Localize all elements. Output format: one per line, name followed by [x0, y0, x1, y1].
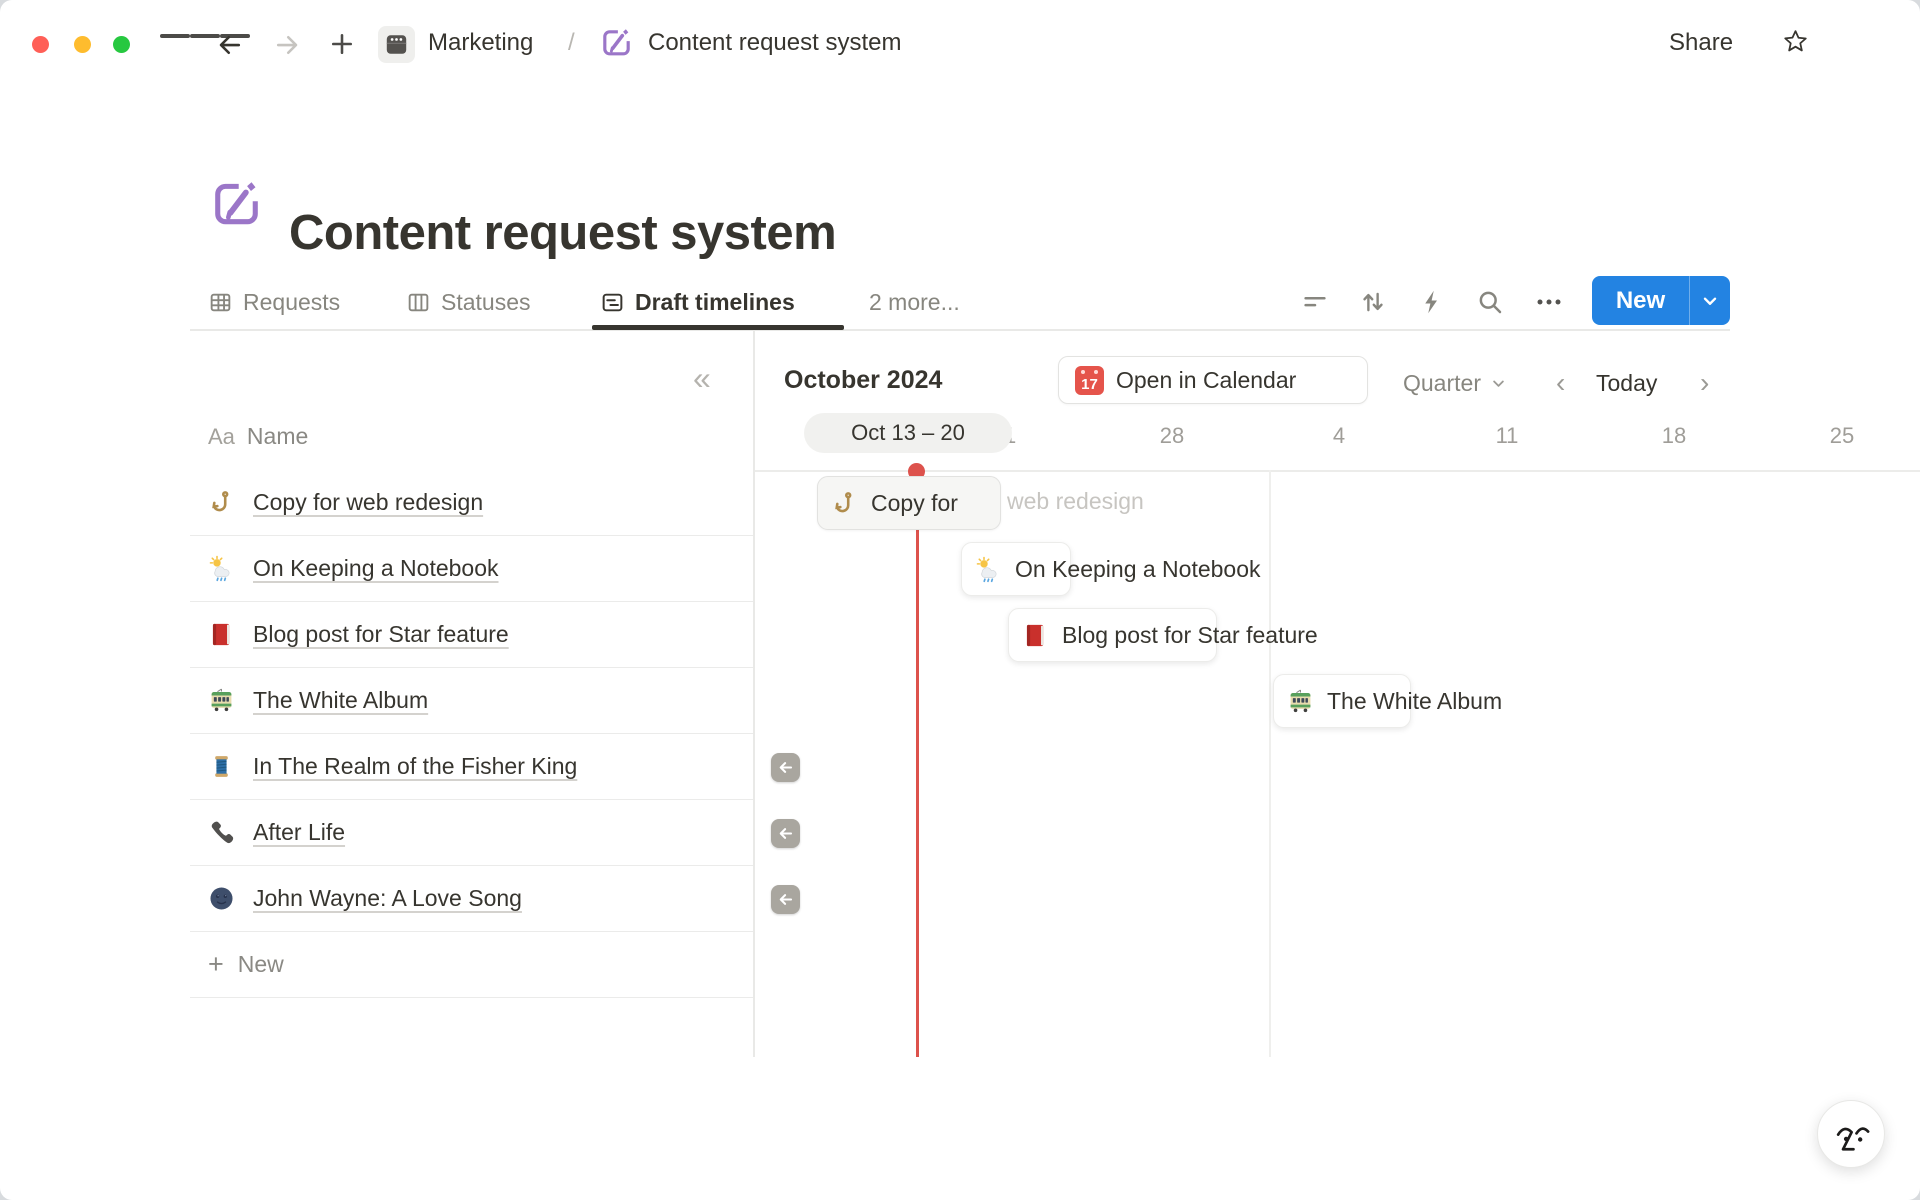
arrow-left-icon: [776, 758, 795, 777]
grid-top-border: [754, 470, 1920, 472]
table-view-icon: [208, 290, 233, 315]
name-column-header[interactable]: Name: [247, 423, 308, 450]
notion-ai-button[interactable]: [1817, 1100, 1885, 1168]
notion-window: Marketing / Content request system Share…: [0, 0, 1920, 1200]
next-period-icon[interactable]: ›: [1700, 367, 1709, 399]
tram-emoji-icon: [208, 687, 235, 714]
sun-rain-emoji-icon: [975, 556, 1002, 583]
thread-emoji-icon: [208, 753, 235, 780]
timeline-card-the-white-album[interactable]: The White Album: [1273, 674, 1411, 728]
table-row[interactable]: On Keeping a Notebook: [190, 536, 753, 602]
new-button-label[interactable]: New: [1592, 276, 1689, 325]
red-book-emoji-icon: [208, 621, 235, 648]
new-row-button[interactable]: + New: [190, 932, 753, 998]
timeline-bar-overflow-label: web redesign: [1007, 488, 1144, 515]
week-label: 28: [1142, 418, 1202, 454]
page-title-icon[interactable]: [210, 177, 263, 230]
search-icon[interactable]: [1475, 287, 1505, 317]
new-button[interactable]: New: [1592, 276, 1730, 325]
week-label: 11: [1477, 418, 1537, 454]
table-row[interactable]: John Wayne: A Love Song: [190, 866, 753, 932]
collapse-panel-icon[interactable]: «: [693, 362, 711, 394]
tab-statuses[interactable]: Statuses: [406, 283, 531, 321]
tab-draft-timelines[interactable]: Draft timelines: [600, 283, 795, 321]
arrow-left-icon: [776, 824, 795, 843]
hook-emoji-icon: [831, 490, 858, 517]
ai-face-icon: [1829, 1112, 1873, 1156]
week-label: 25: [1812, 418, 1872, 454]
minimize-window-button[interactable]: [74, 36, 91, 53]
sun-rain-emoji-icon: [208, 555, 235, 582]
filter-icon[interactable]: [1300, 287, 1330, 317]
back-icon[interactable]: [215, 30, 245, 60]
panel-divider: [753, 331, 755, 1057]
breadcrumb-workspace[interactable]: Marketing: [428, 29, 533, 57]
tab-more-views[interactable]: 2 more...: [869, 283, 960, 321]
week-label: 18: [1644, 418, 1704, 454]
chevron-down-icon: [1699, 290, 1721, 312]
jump-to-item-left-arrow[interactable]: [771, 753, 800, 782]
month-gridline: [1269, 470, 1271, 1057]
moon-face-emoji-icon: [208, 885, 235, 912]
today-button[interactable]: Today: [1596, 370, 1657, 397]
timeline-view-icon: [600, 290, 625, 315]
table-row[interactable]: The White Album: [190, 668, 753, 734]
date-range-pill[interactable]: Oct 13 – 20: [804, 413, 1012, 453]
table-row[interactable]: Copy for web redesign: [190, 470, 753, 536]
chevron-down-icon: [1489, 374, 1508, 393]
page-title[interactable]: Content request system: [289, 205, 836, 261]
page-compose-icon: [600, 26, 633, 59]
week-label: 4: [1309, 418, 1369, 454]
breadcrumb-separator: /: [568, 29, 575, 57]
table-row[interactable]: Blog post for Star feature: [190, 602, 753, 668]
prev-period-icon[interactable]: ‹: [1556, 367, 1565, 399]
timeline-zoom-select[interactable]: Quarter: [1403, 370, 1508, 397]
new-button-dropdown[interactable]: [1689, 276, 1730, 325]
timeline-bar-copy-for-web-redesign[interactable]: Copy for: [817, 476, 1001, 530]
phone-emoji-icon: [208, 819, 235, 846]
arrow-left-icon: [776, 890, 795, 909]
new-tab-plus-icon[interactable]: [328, 30, 356, 58]
active-tab-underline: [592, 325, 844, 330]
timeline-month-label[interactable]: October 2024: [784, 366, 942, 395]
share-button[interactable]: Share: [1669, 29, 1733, 57]
calendar-icon: 17: [1075, 366, 1104, 395]
plus-icon: +: [208, 951, 224, 978]
timeline-card-blog-post-for-star-feature[interactable]: Blog post for Star feature: [1008, 608, 1217, 662]
jump-to-item-left-arrow[interactable]: [771, 885, 800, 914]
breadcrumb-page[interactable]: Content request system: [648, 29, 901, 57]
red-book-emoji-icon: [1022, 622, 1049, 649]
table-row[interactable]: In The Realm of the Fisher King: [190, 734, 753, 800]
favorite-star-icon[interactable]: [1782, 28, 1809, 55]
tram-emoji-icon: [1287, 688, 1314, 715]
view-options-icon[interactable]: [1534, 287, 1564, 317]
automation-bolt-icon[interactable]: [1417, 287, 1447, 317]
hook-emoji-icon: [208, 489, 235, 516]
marketing-tile-icon: [383, 31, 410, 58]
forward-icon[interactable]: [272, 30, 302, 60]
open-in-calendar-button[interactable]: 17 Open in Calendar: [1058, 356, 1368, 404]
property-type-icon: Aa: [208, 424, 235, 450]
table-row[interactable]: After Life: [190, 800, 753, 866]
tabbar-divider: [190, 329, 1730, 331]
jump-to-item-left-arrow[interactable]: [771, 819, 800, 848]
board-view-icon: [406, 290, 431, 315]
timeline-card-on-keeping-a-notebook[interactable]: On Keeping a Notebook: [961, 542, 1071, 596]
sort-icon[interactable]: [1358, 287, 1388, 317]
today-line: [916, 470, 919, 1057]
table-header[interactable]: Aa Name: [208, 423, 308, 450]
zoom-window-button[interactable]: [113, 36, 130, 53]
close-window-button[interactable]: [32, 36, 49, 53]
tab-requests[interactable]: Requests: [208, 283, 340, 321]
workspace-icon[interactable]: [378, 26, 415, 63]
